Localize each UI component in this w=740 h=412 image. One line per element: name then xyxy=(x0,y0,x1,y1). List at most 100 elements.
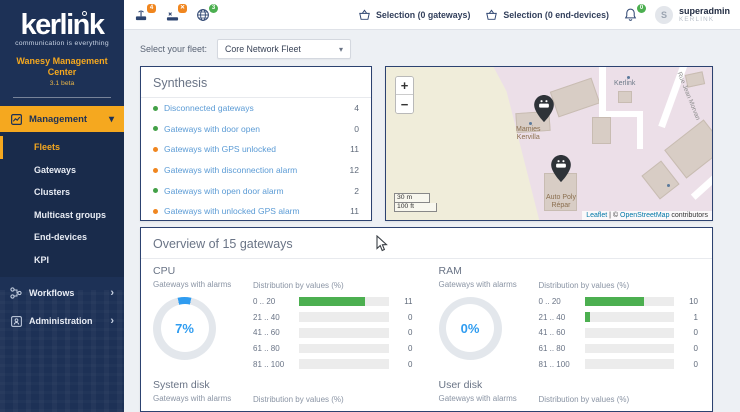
synthesis-link[interactable]: Gateways with unlocked GPS alarm xyxy=(164,206,350,216)
bar-fill xyxy=(585,312,591,322)
bar-value: 0 xyxy=(674,360,698,369)
fleet-select-dropdown[interactable]: Core Network Fleet ▾ xyxy=(217,39,351,59)
scale-metric: 30 m xyxy=(394,193,430,203)
synthesis-link[interactable]: Gateways with disconnection alarm xyxy=(164,165,350,175)
bar-value: 1 xyxy=(674,313,698,322)
sidebar-item-administration[interactable]: Administration › xyxy=(0,309,124,333)
leaflet-link[interactable]: Leaflet xyxy=(586,212,607,219)
notifications-bell-button[interactable]: 0 xyxy=(624,8,640,22)
map-attribution: Leaflet | © OpenStreetMap contributors xyxy=(582,211,712,220)
disconnected-count-badge: ✕ xyxy=(178,4,187,13)
map-building xyxy=(618,91,632,103)
bar-track xyxy=(585,297,675,307)
chart-icon xyxy=(10,113,22,125)
distribution-label: Distribution by values (%) xyxy=(539,281,699,291)
sidebar-item-gateways[interactable]: Gateways xyxy=(0,159,124,182)
synthesis-panel: Synthesis Disconnected gateways 4 Gatewa… xyxy=(140,66,372,221)
map-label-line: Mamies xyxy=(516,126,541,134)
cpu-bar-row: 61 .. 800 xyxy=(253,344,413,354)
sidebar-item-workflows[interactable]: Workflows › xyxy=(0,281,124,305)
logo-text: kerlink xyxy=(21,10,104,40)
distribution-label: Distribution by values (%) xyxy=(253,281,413,291)
selection-gateways-button[interactable]: Selection (0 gateways) xyxy=(358,9,470,21)
bar-track xyxy=(585,328,675,338)
ram-section-title: RAM xyxy=(439,265,699,277)
chevron-right-icon: › xyxy=(110,287,114,299)
map-zoom-control: + − xyxy=(395,76,414,114)
osm-link[interactable]: OpenStreetMap xyxy=(620,212,669,219)
synthesis-value: 2 xyxy=(354,186,359,196)
ram-alarm-percent: 0% xyxy=(446,304,494,352)
bar-track xyxy=(585,312,675,322)
map-poi-dot xyxy=(529,122,532,125)
map-label-place2: Auto Poly Répar xyxy=(546,194,576,210)
bar-value: 11 xyxy=(389,297,413,306)
kpi-label: KPI xyxy=(34,255,49,265)
synthesis-row-open-door-alarm: Gateways with open door alarm 2 xyxy=(141,180,371,201)
synthesis-link[interactable]: Gateways with open door alarm xyxy=(164,186,354,196)
range-label: 0 .. 20 xyxy=(539,297,585,306)
bar-value: 0 xyxy=(389,344,413,353)
overview-panel: Overview of 15 gateways CPU Gateways wit… xyxy=(140,227,713,412)
ram-bar-row: 0 .. 20 10 xyxy=(539,297,699,307)
synthesis-row-gps-unlocked: Gateways with GPS unlocked 11 xyxy=(141,139,371,160)
sidebar-item-clusters[interactable]: Clusters xyxy=(0,181,124,204)
fleet-selector-row: Select your fleet: Core Network Fleet ▾ xyxy=(124,30,740,66)
management-label: Management xyxy=(29,114,87,125)
synthesis-title: Synthesis xyxy=(141,67,371,98)
status-dot-icon xyxy=(153,209,158,214)
bar-track xyxy=(299,297,389,307)
sidebar-item-multicast-groups[interactable]: Multicast groups xyxy=(0,204,124,227)
gateway-map-marker[interactable] xyxy=(551,155,571,182)
bar-value: 0 xyxy=(674,328,698,337)
synthesis-value: 11 xyxy=(350,206,359,216)
zoom-in-button[interactable]: + xyxy=(396,77,413,95)
status-dot-icon xyxy=(153,106,158,111)
cpu-bar-row: 0 .. 2011 xyxy=(253,297,413,307)
gateway-disconnected-icon[interactable]: ✕ xyxy=(165,8,181,22)
fleet-selected-value: Core Network Fleet xyxy=(225,44,301,54)
gateways-label: Gateways xyxy=(34,165,76,175)
ram-bar-row: 61 .. 800 xyxy=(539,344,699,354)
synthesis-link[interactable]: Disconnected gateways xyxy=(164,103,354,113)
ram-bar-row: 41 .. 600 xyxy=(539,328,699,338)
bar-value: 10 xyxy=(674,297,698,306)
bar-track xyxy=(299,344,389,354)
management-submenu: Fleets Gateways Clusters Multicast group… xyxy=(0,132,124,277)
status-dot-icon xyxy=(153,126,158,131)
ram-bar-row: 21 .. 401 xyxy=(539,312,699,322)
status-dot-icon xyxy=(153,147,158,152)
distribution-label: Distribution by values (%) xyxy=(253,395,413,405)
user-menu[interactable]: S superadmin KERLINK xyxy=(655,6,730,24)
selection-end-devices-button[interactable]: Selection (0 end-devices) xyxy=(485,9,609,21)
gateway-alarm-icon[interactable]: 4 xyxy=(134,8,150,22)
range-label: 61 .. 80 xyxy=(539,344,585,353)
dropdown-caret-icon: ▾ xyxy=(339,45,343,54)
sidebar-item-end-devices[interactable]: End-devices xyxy=(0,226,124,249)
map-panel[interactable]: Kerlink Mamies Kervilla Auto Poly Répar … xyxy=(385,66,713,221)
gateway-map-marker[interactable] xyxy=(534,95,554,122)
overview-grid: CPU Gateways with alarms 7% Distribution… xyxy=(141,259,712,404)
administration-icon xyxy=(10,315,22,327)
cpu-bar-row: 81 .. 1000 xyxy=(253,359,413,369)
range-label: 81 .. 100 xyxy=(539,360,585,369)
range-label: 41 .. 60 xyxy=(253,328,299,337)
network-globe-icon[interactable]: 3 xyxy=(196,8,212,22)
bar-fill xyxy=(585,297,645,307)
sidebar-item-fleets[interactable]: Fleets xyxy=(0,136,124,159)
logo-tagline: communication is everything xyxy=(0,40,124,47)
ram-alarm-donut: 0% xyxy=(439,297,502,360)
alarm-count-badge: 4 xyxy=(147,4,156,13)
chevron-down-icon: ▾ xyxy=(109,114,114,125)
bar-track xyxy=(585,344,675,354)
fleet-selector-label: Select your fleet: xyxy=(140,44,207,54)
synthesis-link[interactable]: Gateways with GPS unlocked xyxy=(164,144,350,154)
sidebar-item-management[interactable]: Management ▾ xyxy=(0,106,124,132)
map-building xyxy=(592,117,611,144)
gateways-with-alarms-label: Gateways with alarms xyxy=(439,280,525,290)
zoom-out-button[interactable]: − xyxy=(396,95,413,113)
synthesis-link[interactable]: Gateways with door open xyxy=(164,124,354,134)
sidebar-item-kpi[interactable]: KPI xyxy=(0,249,124,272)
basket-icon xyxy=(358,9,371,21)
fleets-label: Fleets xyxy=(34,142,60,152)
